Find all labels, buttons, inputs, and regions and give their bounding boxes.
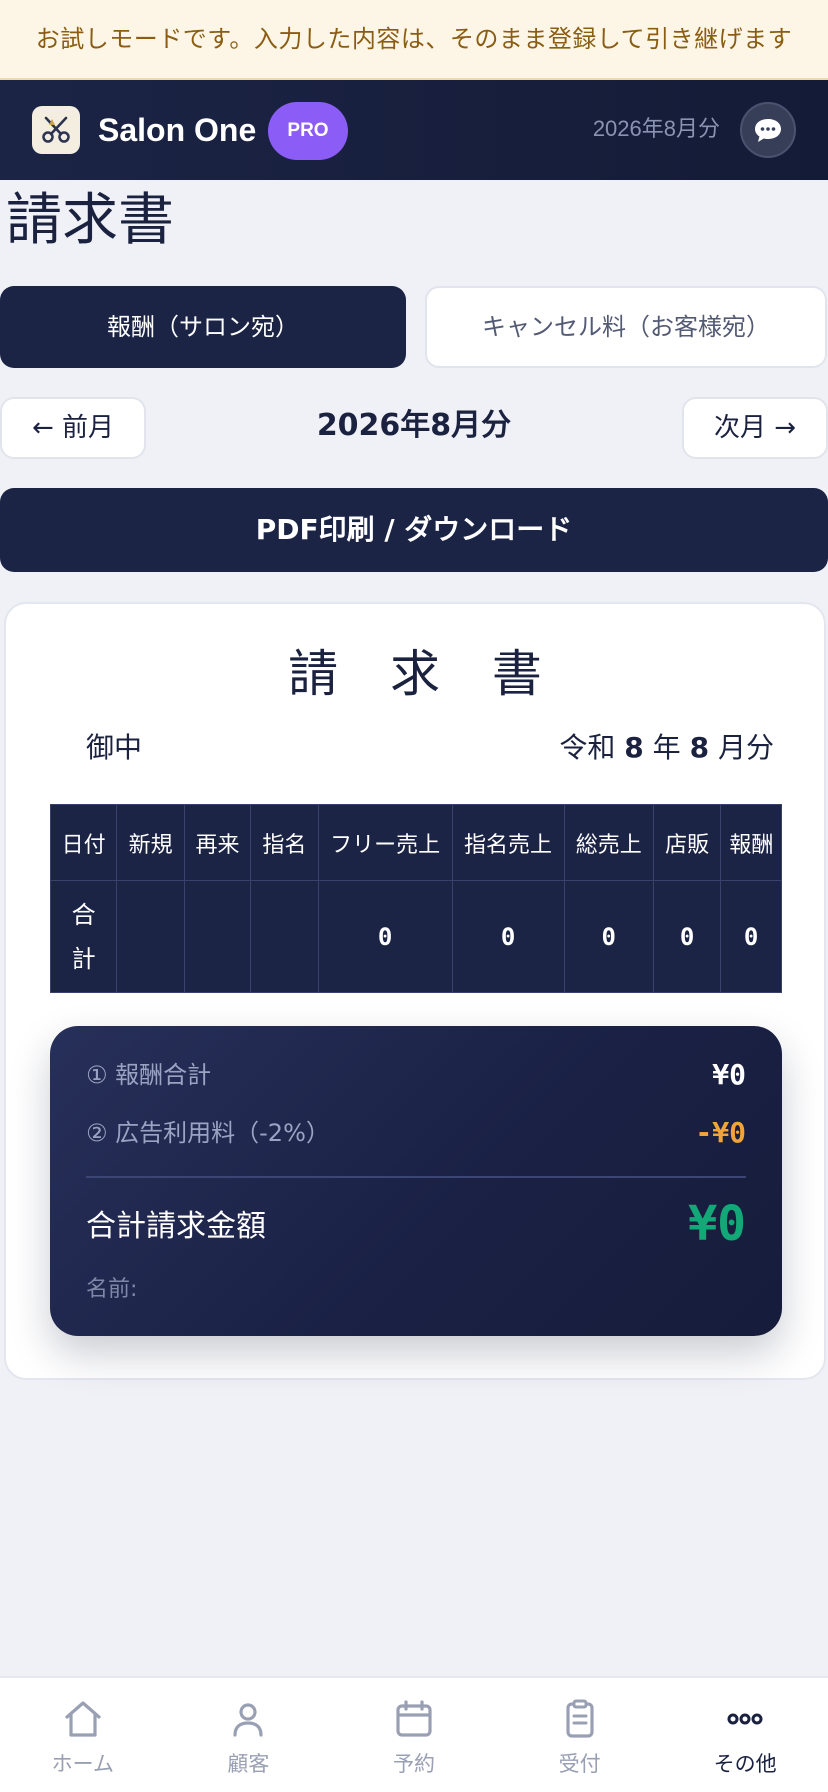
recipient-label: 御中 bbox=[86, 731, 143, 764]
nav-item-customers[interactable]: 顧客 bbox=[166, 1678, 332, 1792]
person-icon bbox=[227, 1698, 269, 1740]
current-month-label: 2026年8月分 bbox=[316, 408, 512, 443]
table-total-row: 合計 0 0 0 0 0 bbox=[49, 880, 782, 993]
name-label: 名前: bbox=[86, 1277, 138, 1302]
nav-label: 顧客 bbox=[227, 1752, 270, 1776]
invoice-period: 令和 8 年 8 月分 bbox=[559, 728, 774, 768]
table-cell: 0 bbox=[317, 880, 453, 993]
chat-button[interactable] bbox=[740, 102, 796, 158]
pro-badge: PRO bbox=[268, 102, 348, 160]
tab-cancel-fee[interactable]: キャンセル料（お客様宛） bbox=[425, 286, 827, 368]
table-cell: 0 bbox=[720, 880, 782, 993]
ad-fee-value: -¥0 bbox=[695, 1116, 746, 1149]
nav-item-home[interactable]: ホーム bbox=[0, 1678, 166, 1792]
invoice-summary: ① 報酬合計 ¥0 ② 広告利用料（-2%） -¥0 合計請求金額 ¥0 名前: bbox=[50, 1026, 782, 1336]
table-header: 再来 bbox=[183, 804, 252, 881]
ad-fee-label: ② 広告利用料（-2%） bbox=[86, 1119, 330, 1147]
period-year: 8 bbox=[624, 731, 644, 764]
table-cell bbox=[183, 880, 252, 993]
nav-label: 予約 bbox=[392, 1752, 435, 1776]
fee-total-value: ¥0 bbox=[712, 1058, 746, 1091]
table-cell bbox=[116, 880, 185, 993]
table-header: 報酬 bbox=[720, 804, 782, 881]
app-logo bbox=[32, 106, 80, 154]
trial-mode-banner: お試しモードです。入力した内容は、そのまま登録して引き継げます bbox=[0, 0, 828, 80]
nav-label: その他 bbox=[713, 1752, 777, 1776]
period-month-unit: 月分 bbox=[717, 731, 774, 764]
nav-label: ホーム bbox=[51, 1752, 114, 1776]
table-cell: 0 bbox=[563, 880, 654, 993]
clipboard-icon bbox=[559, 1698, 601, 1740]
table-header: 店販 bbox=[652, 804, 722, 881]
calendar-icon bbox=[393, 1698, 435, 1740]
nav-item-reservations[interactable]: 予約 bbox=[331, 1678, 497, 1792]
more-dots-icon bbox=[724, 1698, 766, 1740]
grand-total-label: 合計請求金額 bbox=[86, 1209, 266, 1244]
page-title: 請求書 bbox=[6, 188, 174, 253]
invoice-card: 請 求 書 御中 令和 8 年 8 月分 日付 新規 再来 指名 フリー売上 指… bbox=[4, 602, 826, 1380]
table-cell bbox=[250, 880, 319, 993]
period-year-unit: 年 bbox=[652, 731, 681, 764]
table-header: フリー売上 bbox=[317, 804, 453, 881]
tab-salon-fee[interactable]: 報酬（サロン宛） bbox=[0, 286, 406, 368]
nav-label: 受付 bbox=[558, 1752, 601, 1776]
table-header: 新規 bbox=[116, 804, 185, 881]
table-header-row: 日付 新規 再来 指名 フリー売上 指名売上 総売上 店販 報酬 bbox=[49, 804, 782, 881]
next-month-button[interactable]: 次月 → bbox=[682, 397, 828, 459]
table-header: 日付 bbox=[49, 804, 118, 881]
period-month: 8 bbox=[689, 731, 710, 764]
summary-divider bbox=[86, 1176, 746, 1178]
grand-total-value: ¥0 bbox=[688, 1196, 746, 1252]
app-name: Salon One bbox=[98, 112, 257, 148]
nav-item-more[interactable]: その他 bbox=[662, 1678, 828, 1792]
prev-month-button[interactable]: ← 前月 bbox=[0, 397, 146, 459]
nav-item-reception[interactable]: 受付 bbox=[497, 1678, 663, 1792]
table-header: 指名 bbox=[250, 804, 319, 881]
header-month: 2026年8月分 bbox=[592, 116, 720, 141]
app-header: Salon One PRO 2026年8月分 bbox=[0, 80, 828, 180]
pdf-download-button[interactable]: PDF印刷 / ダウンロード bbox=[0, 488, 828, 572]
table-header: 総売上 bbox=[563, 804, 654, 881]
home-icon bbox=[62, 1698, 104, 1740]
invoice-title: 請 求 書 bbox=[288, 645, 560, 703]
fee-total-label: ① 報酬合計 bbox=[86, 1061, 212, 1089]
invoice-table: 日付 新規 再来 指名 フリー売上 指名売上 総売上 店販 報酬 合計 0 0 … bbox=[49, 804, 782, 993]
table-cell: 0 bbox=[451, 880, 565, 993]
table-cell: 0 bbox=[652, 880, 722, 993]
period-era: 令和 bbox=[559, 731, 616, 764]
table-header: 指名売上 bbox=[451, 804, 565, 881]
bottom-nav: ホーム 顧客 予約 受付 その他 bbox=[0, 1676, 828, 1792]
table-total-label: 合計 bbox=[49, 880, 118, 993]
scissors-icon bbox=[42, 116, 70, 143]
speech-bubble-icon bbox=[755, 119, 781, 142]
